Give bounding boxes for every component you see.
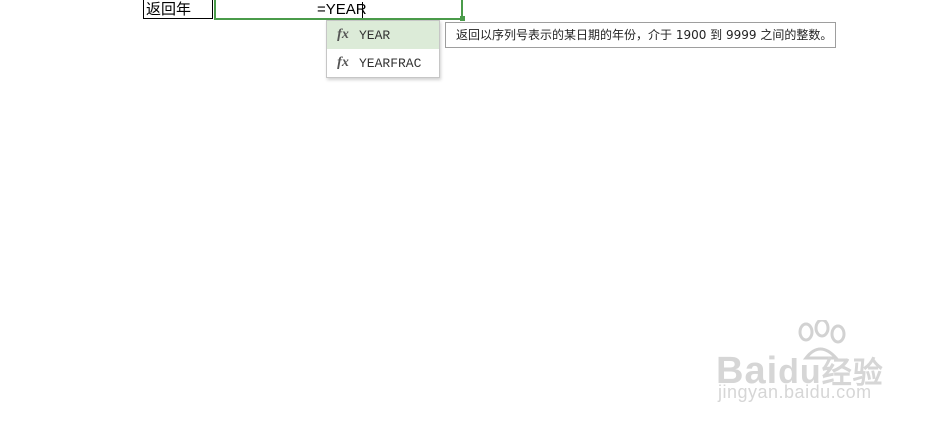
autocomplete-item-year[interactable]: fx YEAR bbox=[327, 21, 439, 49]
label-cell[interactable]: 返回年 bbox=[143, 0, 213, 19]
watermark-logo: Baidu经验 bbox=[716, 350, 884, 392]
formula-text: =YEAR bbox=[317, 1, 367, 18]
text-caret bbox=[362, 2, 363, 18]
formula-edit-cell[interactable]: =YEAR bbox=[214, 0, 463, 20]
fill-handle[interactable] bbox=[460, 16, 465, 21]
watermark-url: jingyan.baidu.com bbox=[718, 382, 872, 402]
function-description-tooltip: 返回以序列号表示的某日期的年份，介于 1900 到 9999 之间的整数。 bbox=[445, 22, 836, 48]
baidu-jingyan-watermark: Baidu经验 jingyan.baidu.com bbox=[716, 320, 888, 404]
autocomplete-item-label: YEAR bbox=[359, 27, 391, 43]
autocomplete-item-yearfrac[interactable]: fx YEARFRAC bbox=[327, 49, 439, 77]
function-icon: fx bbox=[337, 55, 349, 70]
function-autocomplete-list: fx YEAR fx YEARFRAC bbox=[326, 20, 440, 78]
paw-icon bbox=[798, 320, 846, 360]
function-icon: fx bbox=[337, 27, 349, 42]
autocomplete-item-label: YEARFRAC bbox=[359, 55, 422, 71]
